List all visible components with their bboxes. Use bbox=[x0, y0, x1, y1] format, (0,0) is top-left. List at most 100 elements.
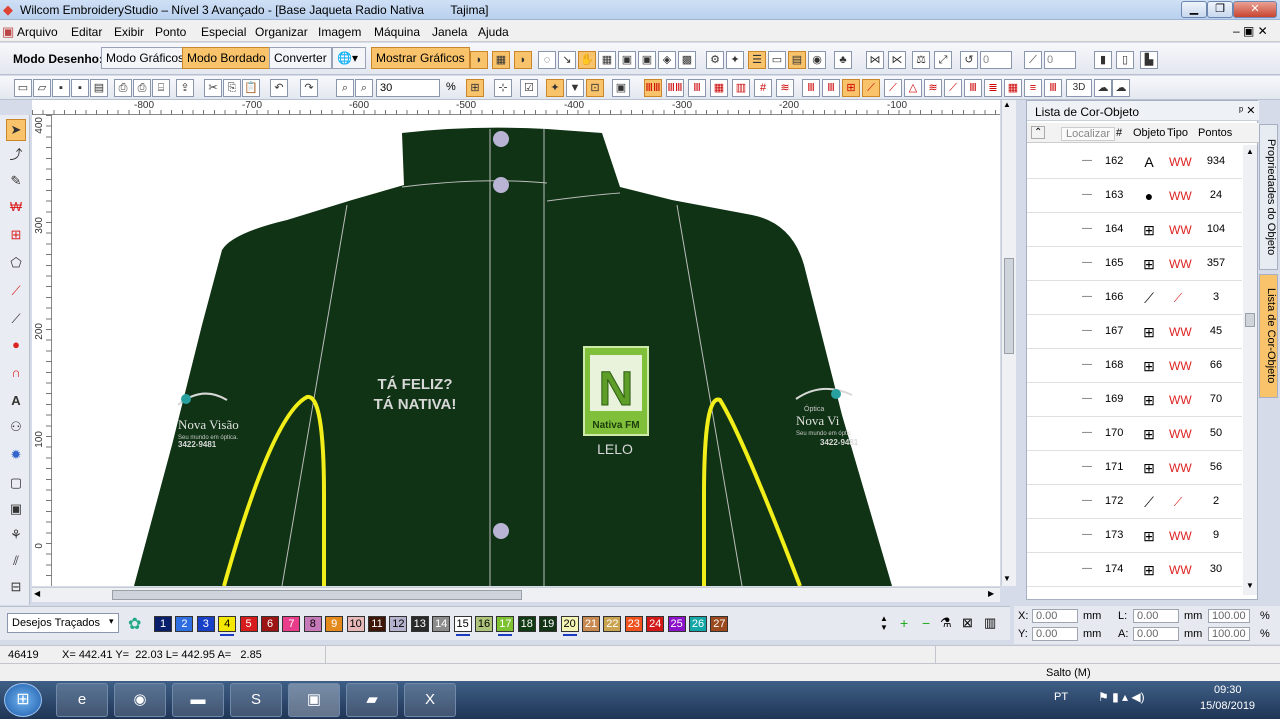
car-icon[interactable]: ◉ bbox=[808, 51, 826, 69]
slant-icon[interactable]: ⟋ bbox=[1024, 51, 1042, 69]
design-canvas[interactable]: TÁ FELIZ? TÁ NATIVA! N Nativa FM LELO No… bbox=[52, 115, 1000, 586]
fill-tool-icon[interactable]: ⊞ bbox=[6, 225, 26, 247]
align-icon[interactable]: ⤢ bbox=[934, 51, 952, 69]
object-row[interactable]: — 166 ⟋ ⟋ 3 bbox=[1027, 281, 1242, 315]
scroll-up-icon[interactable]: ▲ bbox=[1246, 147, 1254, 156]
cloud2-icon[interactable]: ☁ bbox=[1112, 79, 1130, 97]
mostrar-graficos-button[interactable]: Mostrar Gráficos bbox=[371, 47, 470, 69]
stitch-o-icon[interactable]: ⟋ bbox=[944, 79, 962, 97]
object-row[interactable]: — 164 ⊞ WW 104 bbox=[1027, 213, 1242, 247]
node-tool-icon[interactable]: ⟋ bbox=[6, 309, 26, 331]
reshape-icon[interactable]: ⤴ bbox=[6, 145, 26, 167]
text-tool-icon[interactable]: A bbox=[6, 391, 26, 413]
close-button[interactable]: ✕ bbox=[1233, 1, 1277, 18]
print-icon[interactable]: ⎙ bbox=[114, 79, 132, 97]
color-swatch[interactable]: 25 bbox=[667, 616, 686, 632]
cut-icon[interactable]: ✂ bbox=[204, 79, 222, 97]
globe-icon[interactable]: 🌐▾ bbox=[332, 47, 366, 69]
stitch-r-icon[interactable]: ▦ bbox=[1004, 79, 1022, 97]
rotate-icon[interactable]: ↺ bbox=[960, 51, 978, 69]
a-field[interactable]: 0.00 bbox=[1133, 627, 1179, 641]
arc-tool-icon[interactable]: ∩ bbox=[6, 363, 26, 385]
scroll-down-icon[interactable]: ▼ bbox=[1246, 581, 1254, 590]
mirror-h-icon[interactable]: ⋈ bbox=[866, 51, 884, 69]
color-swatch[interactable]: 13 bbox=[410, 616, 429, 632]
color-swatch[interactable]: 15 bbox=[453, 616, 472, 636]
new-icon[interactable]: ▭ bbox=[14, 79, 32, 97]
print-preview-icon[interactable]: ⎙ bbox=[133, 79, 151, 97]
scale-x-field[interactable]: 100.00 bbox=[1208, 609, 1250, 623]
stitch-k-icon[interactable]: ⟋ bbox=[862, 79, 880, 97]
l-field[interactable]: 0.00 bbox=[1133, 609, 1179, 623]
split-icon[interactable]: ⊟ bbox=[6, 577, 26, 599]
frame-tool-icon[interactable]: ▢ bbox=[6, 473, 26, 495]
export-icon[interactable]: ▙ bbox=[1140, 51, 1158, 69]
pen-icon[interactable]: ✎ bbox=[6, 171, 26, 193]
stitch-l-icon[interactable]: ⟋ bbox=[884, 79, 902, 97]
swatch-scroll-icon[interactable]: ▲ ▼ bbox=[880, 614, 888, 632]
rotate-field[interactable]: 0 bbox=[980, 51, 1012, 69]
color-wheel-icon[interactable]: ✿ bbox=[128, 614, 141, 634]
satin-icon[interactable]: ◗ bbox=[470, 51, 488, 69]
copy-icon[interactable]: ⎘ bbox=[223, 79, 241, 97]
outline-icon[interactable]: ◌ bbox=[538, 51, 556, 69]
converter-button[interactable]: Converter bbox=[269, 47, 332, 69]
y-field[interactable]: 0.00 bbox=[1032, 627, 1078, 641]
remove-color-icon[interactable]: − bbox=[922, 615, 930, 631]
color-swatch[interactable]: 23 bbox=[624, 616, 643, 632]
stitch-f-icon[interactable]: # bbox=[754, 79, 772, 97]
scroll-right-icon[interactable]: ▶ bbox=[988, 589, 994, 598]
stitch-q-icon[interactable]: ≣ bbox=[984, 79, 1002, 97]
menu-editar[interactable]: Editar bbox=[71, 25, 102, 39]
scroll-thumb[interactable] bbox=[112, 590, 522, 600]
scale-y-field[interactable]: 100.00 bbox=[1208, 627, 1250, 641]
object-row[interactable]: — 174 ⊞ WW 30 bbox=[1027, 553, 1242, 587]
scroll-left-icon[interactable]: ◀ bbox=[34, 589, 40, 598]
object-row[interactable]: — 165 ⊞ WW 357 bbox=[1027, 247, 1242, 281]
select-mode-icon[interactable]: ⊞ bbox=[466, 79, 484, 97]
frame-icon[interactable]: ▭ bbox=[768, 51, 786, 69]
color-swatch[interactable]: 20 bbox=[560, 616, 579, 636]
team-icon[interactable]: ⚇ bbox=[6, 417, 26, 439]
color-swatch[interactable]: 4 bbox=[218, 616, 237, 636]
menu-janela[interactable]: Janela bbox=[432, 25, 467, 39]
color-swatch[interactable]: 24 bbox=[646, 616, 665, 632]
stitch-i-icon[interactable]: Ⅲ bbox=[822, 79, 840, 97]
object-list[interactable]: —162 A WW 934—163 ● WW 24—164 ⊞ WW 104—165 ⊞ WW 357—… bbox=[1027, 145, 1259, 595]
canvas-horizontal-scrollbar[interactable]: ◀ ▶ bbox=[32, 587, 1000, 602]
color-swatch[interactable]: 8 bbox=[303, 616, 322, 632]
lock-icon[interactable]: ▯ bbox=[1116, 51, 1134, 69]
color-swatch[interactable]: 5 bbox=[239, 616, 258, 632]
menu-imagem[interactable]: Imagem bbox=[318, 25, 361, 39]
star-icon[interactable]: ✹ bbox=[6, 445, 26, 467]
stitch-m-icon[interactable]: △ bbox=[904, 79, 922, 97]
color-swatch[interactable]: 6 bbox=[261, 616, 279, 632]
zoom-field[interactable]: 30 bbox=[376, 79, 440, 97]
scroll-thumb[interactable] bbox=[1004, 258, 1014, 354]
canvas-vertical-scrollbar[interactable]: ▲ ▼ bbox=[1001, 100, 1016, 586]
zoom-in-icon[interactable]: ⌕ bbox=[336, 79, 354, 97]
color-swatch[interactable]: 11 bbox=[368, 616, 386, 632]
settings-icon[interactable]: ⚙ bbox=[706, 51, 724, 69]
sequence-icon[interactable]: ⊡ bbox=[586, 79, 604, 97]
scroll-up-icon[interactable]: ▲ bbox=[1003, 100, 1011, 109]
search-field[interactable]: Localizar bbox=[1061, 127, 1116, 141]
grid-icon[interactable]: ▦ bbox=[598, 51, 616, 69]
color-swatch[interactable]: 1 bbox=[154, 616, 172, 632]
window-icon[interactable]: ▤ bbox=[788, 51, 806, 69]
color-swatch[interactable]: 2 bbox=[175, 616, 194, 632]
chevron-down-icon[interactable]: ▾ bbox=[109, 616, 114, 627]
minimize-button[interactable]: ▁ bbox=[1181, 1, 1207, 18]
stitch-t-icon[interactable]: Ⅲ bbox=[1044, 79, 1062, 97]
zoom-out-icon[interactable]: ⌕ bbox=[355, 79, 373, 97]
menu-ponto[interactable]: Ponto bbox=[155, 25, 186, 39]
stitch-d-icon[interactable]: ▦ bbox=[710, 79, 728, 97]
start-button[interactable]: ⊞ bbox=[4, 683, 42, 717]
fill-icon[interactable]: ▦ bbox=[492, 51, 510, 69]
stitch-h-icon[interactable]: Ⅲ bbox=[802, 79, 820, 97]
color-swatch[interactable]: 16 bbox=[475, 616, 493, 632]
object-row[interactable]: — 167 ⊞ WW 45 bbox=[1027, 315, 1242, 349]
pin-icon[interactable]: ✦ bbox=[546, 79, 564, 97]
tray-icons[interactable]: ⚑ ▮ ▴ ◀) bbox=[1098, 690, 1145, 704]
color-swatch[interactable]: 10 bbox=[346, 616, 365, 632]
